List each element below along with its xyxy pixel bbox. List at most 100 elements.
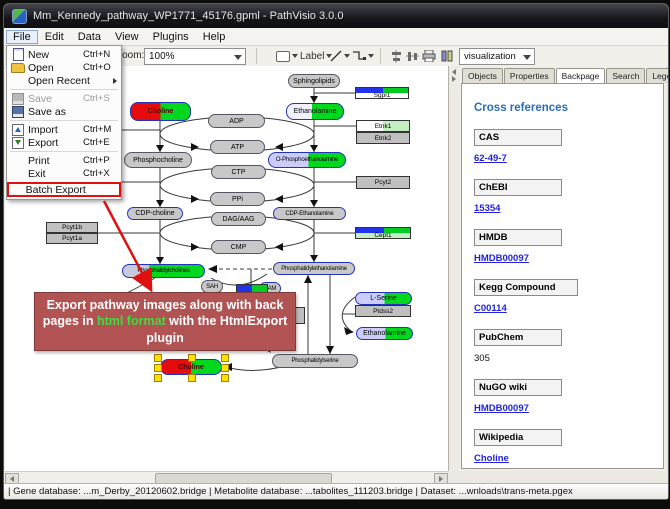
node-sphingolipids[interactable]: Sphingolipids: [288, 74, 340, 88]
xref-section-cas: CAS 62-49-7: [474, 127, 651, 164]
chevron-down-icon[interactable]: [234, 55, 242, 60]
file-menu-item-new[interactable]: New Ctrl+N: [7, 48, 121, 61]
node-phosphocholine[interactable]: Phosphocholine: [124, 152, 192, 168]
file-menu-item-open[interactable]: Open Ctrl+O: [7, 61, 121, 74]
file-menu-item-open-recent[interactable]: Open Recent: [7, 74, 121, 87]
line-icon: [330, 50, 342, 62]
node-choline[interactable]: Choline: [130, 102, 191, 121]
tab-legend[interactable]: Legend: [646, 68, 669, 83]
tab-backpage[interactable]: Backpage: [556, 68, 606, 84]
selection-handle[interactable]: [154, 374, 162, 382]
file-menu-item-exit[interactable]: Exit Ctrl+X: [7, 167, 121, 180]
chevron-left-icon: [452, 69, 456, 75]
xref-link[interactable]: 15354: [474, 203, 500, 214]
menu-data[interactable]: Data: [71, 30, 108, 44]
node-adp[interactable]: ADP: [208, 114, 265, 128]
title-bar[interactable]: Mm_Kennedy_pathway_WP1771_45176.gpml - P…: [4, 4, 668, 28]
align-horizontal-button[interactable]: [390, 48, 403, 64]
menu-help[interactable]: Help: [196, 30, 233, 44]
node-phosphatidylserine[interactable]: Phosphatidylserine: [272, 354, 358, 368]
node-o-phosphoethanolamine[interactable]: O-Phosphoethanolamine: [268, 152, 346, 168]
chevron-right-icon: [439, 476, 443, 482]
file-menu-item-export[interactable]: Export Ctrl+E: [7, 136, 121, 149]
node-ethanolamine[interactable]: Ethanolamine: [286, 103, 344, 120]
selection-handle[interactable]: [154, 364, 162, 372]
node-atp[interactable]: ATP: [210, 140, 265, 154]
splitter-collapse-icons[interactable]: [449, 69, 459, 82]
toolbar-separator: [380, 48, 381, 64]
file-menu-item-import[interactable]: Import Ctrl+M: [7, 123, 121, 136]
visualization-combobox[interactable]: visualization: [459, 48, 535, 65]
gene-sgpl1[interactable]: Sgpl1: [355, 87, 409, 99]
datanode-template-button[interactable]: [276, 48, 298, 64]
app-window: Mm_Kennedy_pathway_WP1771_45176.gpml - P…: [3, 3, 669, 500]
xref-source-name: CAS: [474, 129, 562, 146]
tab-objects[interactable]: Objects: [462, 68, 503, 83]
node-cdp-ethanolamine[interactable]: CDP-Ethanolamine: [273, 207, 346, 220]
selection-handle[interactable]: [188, 354, 196, 362]
label-template-button[interactable]: Label: [300, 48, 332, 64]
xref-section-hmdb: HMDB HMDB00097: [474, 227, 651, 264]
selection-handle[interactable]: [188, 374, 196, 382]
tab-search[interactable]: Search: [606, 68, 645, 83]
gene-pcyt2[interactable]: Pcyt2: [356, 176, 410, 189]
gene-cept1[interactable]: Cept1: [355, 227, 411, 239]
chevron-down-icon: [368, 54, 374, 58]
xref-link[interactable]: HMDB00097: [474, 253, 529, 264]
node-phosphatidylethanolamine[interactable]: Phosphatidylethanolamine: [273, 262, 355, 275]
side-panel-tabs: Objects Properties Backpage Search Legen…: [459, 66, 666, 83]
screenshot-root: { "window": { "title": "Mm_Kennedy_pathw…: [0, 0, 670, 509]
xref-source-name: HMDB: [474, 229, 562, 246]
connector-tool-button[interactable]: [352, 48, 374, 64]
menu-separator: [10, 120, 118, 121]
xref-section-pubchem: PubChem 305: [474, 327, 651, 364]
chevron-down-icon[interactable]: [523, 55, 531, 60]
print-button[interactable]: [422, 48, 436, 64]
printer-icon: [422, 50, 436, 62]
selection-handle[interactable]: [221, 354, 229, 362]
gene-etnk2[interactable]: Etnk2: [356, 132, 410, 144]
gene-ptdss2[interactable]: Ptdss2: [355, 305, 411, 317]
menu-plugins[interactable]: Plugins: [146, 30, 196, 44]
node-ppi[interactable]: PPi: [210, 192, 265, 206]
status-text: | Gene database: ...m_Derby_20120602.bri…: [8, 486, 573, 497]
file-menu-item-print[interactable]: Print Ctrl+P: [7, 154, 121, 167]
node-cmp[interactable]: CMP: [211, 240, 266, 254]
menu-file[interactable]: File: [6, 30, 38, 44]
layout-button[interactable]: [441, 48, 454, 64]
node-l-serine[interactable]: L-Serine: [355, 292, 412, 305]
zoom-combobox[interactable]: 100%: [144, 48, 246, 65]
gene-etnk1[interactable]: Etnk1: [356, 120, 410, 132]
file-menu-item-save-as[interactable]: Save as: [7, 105, 121, 118]
node-phosphatidylcholines[interactable]: Phosphatidylcholines: [122, 264, 205, 278]
xref-section-nugo: NuGO wiki HMDB00097: [474, 377, 651, 414]
align-vertical-button[interactable]: [406, 48, 419, 64]
status-bar: | Gene database: ...m_Derby_20120602.bri…: [4, 483, 669, 499]
cross-references-heading: Cross references: [474, 102, 651, 114]
xref-link[interactable]: 62-49-7: [474, 153, 507, 164]
submenu-arrow-icon: [113, 78, 117, 84]
gene-pcyt1a[interactable]: Pcyt1a: [46, 233, 98, 244]
xref-link[interactable]: Choline: [474, 453, 509, 464]
node-cdp-choline[interactable]: CDP-choline: [127, 207, 183, 220]
xref-source-name: Kegg Compound: [474, 279, 578, 296]
xref-link[interactable]: C00114: [474, 303, 507, 314]
connector-icon: [352, 50, 366, 62]
node-ethanolamine-bottom[interactable]: Ethanolamine: [356, 327, 413, 340]
line-tool-button[interactable]: [330, 48, 350, 64]
file-menu-item-batch-export[interactable]: Batch Export: [7, 182, 121, 197]
gene-pcyt1b[interactable]: Pcyt1b: [46, 222, 98, 233]
menu-separator: [10, 89, 118, 90]
xref-source-name: Wikipedia: [474, 429, 562, 446]
tab-properties[interactable]: Properties: [504, 68, 555, 83]
selection-handle[interactable]: [221, 364, 229, 372]
node-ctp[interactable]: CTP: [211, 165, 266, 179]
selection-handle[interactable]: [221, 374, 229, 382]
chevron-left-icon: [10, 476, 14, 482]
xref-link[interactable]: HMDB00097: [474, 403, 529, 414]
node-dag[interactable]: DAG/AAG: [211, 212, 266, 226]
menu-view[interactable]: View: [108, 30, 146, 44]
menu-edit[interactable]: Edit: [38, 30, 71, 44]
selection-handle[interactable]: [154, 354, 162, 362]
chevron-down-icon: [344, 54, 350, 58]
